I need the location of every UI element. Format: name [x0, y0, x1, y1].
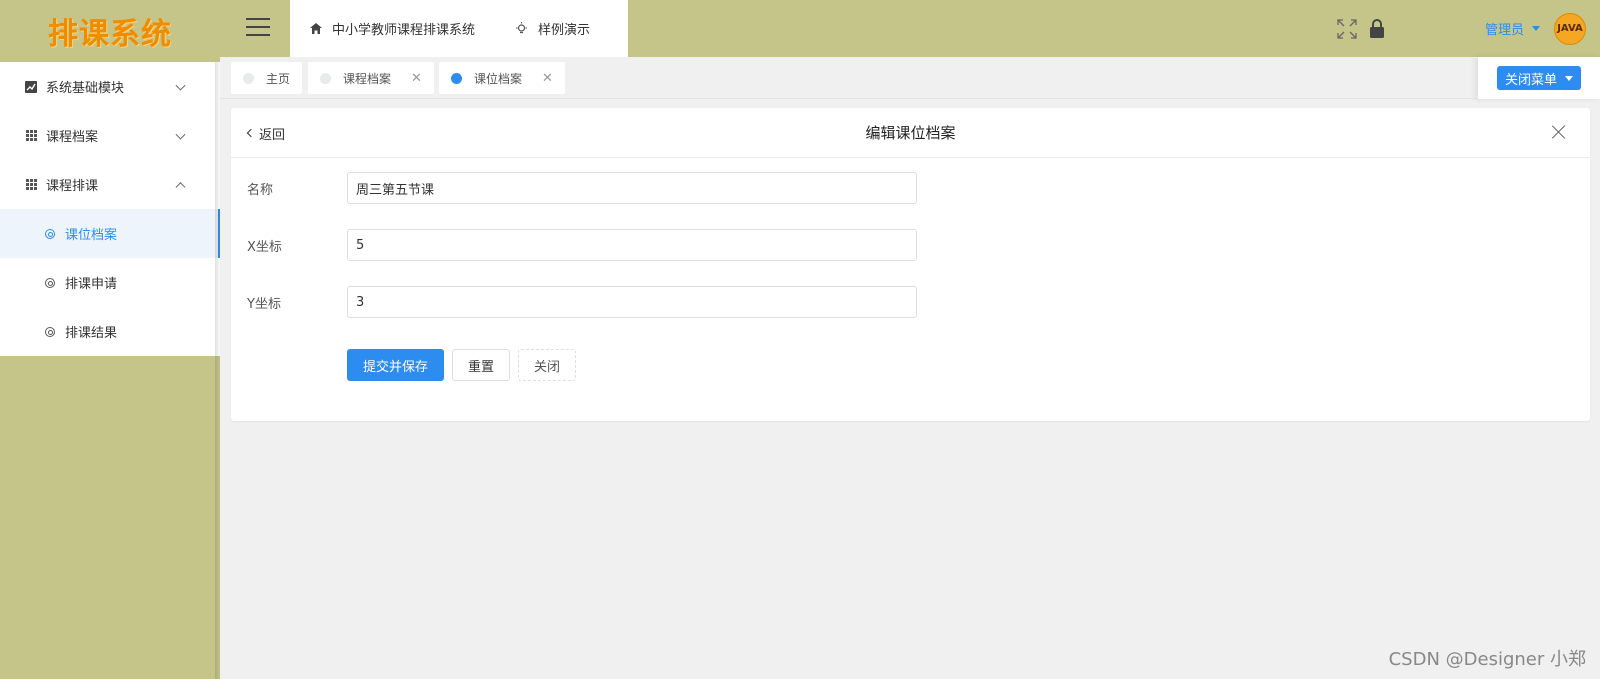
- chevron-left-icon: [246, 128, 256, 138]
- tab-dot-icon: [320, 72, 331, 84]
- tab-home[interactable]: 主页: [231, 62, 303, 94]
- sidebar-item-label: 课程排课: [46, 179, 99, 194]
- close-button[interactable]: 关闭: [518, 349, 577, 381]
- sidebar-subitem-label: 课位档案: [65, 228, 118, 243]
- close-menu-button[interactable]: 关闭菜单: [1496, 66, 1581, 90]
- caret-down-icon: [1532, 26, 1540, 31]
- avatar-text: JAVA: [1557, 23, 1583, 34]
- field-label: 名称: [247, 182, 274, 198]
- chevron-up-icon: [175, 181, 186, 192]
- tab-close-icon[interactable]: ✕: [542, 71, 553, 86]
- caret-down-icon: [1565, 75, 1573, 81]
- tabs-bar: 主页 课程档案 ✕ 课位档案 ✕ 关闭菜单: [220, 57, 1600, 99]
- user-name: 管理员: [1484, 23, 1524, 38]
- form-row-x: X坐标: [247, 229, 917, 261]
- field-label: Y坐标: [247, 296, 281, 312]
- close-menu-label: 关闭菜单: [1504, 72, 1557, 88]
- avatar[interactable]: JAVA: [1554, 12, 1586, 45]
- form-row-name: 名称: [247, 172, 917, 204]
- sidebar: 排课系统 系统基础模块 课程档案 课程排课 课位档案 排课申请 排课结果: [0, 0, 220, 679]
- sidebar-subitem-schedule-result[interactable]: 排课结果: [0, 307, 220, 356]
- submit-save-button[interactable]: 提交并保存: [347, 349, 445, 381]
- top-nav: 中小学教师课程排课系统 样例演示: [290, 0, 628, 57]
- sidebar-menu: 系统基础模块 课程档案 课程排课 课位档案 排课申请 排课结果: [0, 62, 220, 356]
- sidebar-subitem-label: 排课结果: [65, 326, 118, 341]
- circle-icon: [44, 277, 56, 289]
- tab-label: 课位档案: [474, 71, 523, 86]
- tab-label: 主页: [266, 71, 291, 86]
- sidebar-item-label: 系统基础模块: [46, 81, 125, 96]
- back-label: 返回: [259, 127, 286, 143]
- tab-slot-archive[interactable]: 课位档案 ✕: [439, 62, 565, 94]
- name-input[interactable]: [347, 172, 917, 204]
- sidebar-item-course-archive[interactable]: 课程档案: [0, 111, 220, 160]
- reset-button[interactable]: 重置: [452, 349, 511, 381]
- grid-icon: [25, 179, 37, 191]
- tab-close-icon[interactable]: ✕: [411, 71, 422, 86]
- x-coordinate-input[interactable]: [347, 229, 917, 261]
- sidebar-subitem-label: 排课申请: [65, 277, 118, 292]
- tab-label: 课程档案: [343, 71, 392, 86]
- sidebar-item-label: 课程档案: [46, 130, 99, 145]
- header-right: 管理员 JAVA: [1337, 0, 1600, 57]
- watermark: CSDN @Designer 小郑: [1388, 649, 1586, 670]
- hamburger-menu-icon[interactable]: [246, 18, 270, 38]
- home-icon: [310, 23, 322, 34]
- user-menu[interactable]: 管理员: [1485, 19, 1540, 38]
- grid-icon: [25, 130, 37, 142]
- form-row-y: Y坐标: [247, 286, 917, 318]
- sidebar-item-system-base[interactable]: 系统基础模块: [0, 62, 220, 111]
- tab-course-archive[interactable]: 课程档案 ✕: [308, 62, 434, 94]
- nav-label: 中小学教师课程排课系统: [332, 23, 476, 38]
- circle-icon: [44, 228, 56, 240]
- y-coordinate-input[interactable]: [347, 286, 917, 318]
- nav-demo[interactable]: 样例演示: [495, 19, 610, 38]
- tab-dot-icon: [243, 72, 254, 84]
- form-buttons: 提交并保存 重置 关闭: [347, 349, 584, 381]
- tab-dot-icon: [451, 72, 462, 84]
- chevron-down-icon: [175, 80, 186, 91]
- nav-label: 样例演示: [538, 23, 591, 38]
- card-header: 返回 编辑课位档案: [231, 108, 1590, 158]
- page-title: 编辑课位档案: [865, 124, 956, 142]
- field-label: X坐标: [247, 239, 282, 255]
- top-header: 中小学教师课程排课系统 样例演示 管理员 JAVA: [220, 0, 1600, 57]
- lock-icon[interactable]: [1369, 18, 1385, 39]
- close-menu-wrap: 关闭菜单: [1478, 57, 1600, 99]
- bulb-icon: [515, 22, 528, 35]
- sidebar-subitem-slot-archive[interactable]: 课位档案: [0, 209, 220, 258]
- fullscreen-icon[interactable]: [1337, 18, 1357, 39]
- chart-icon: [25, 80, 37, 93]
- sidebar-item-course-scheduling[interactable]: 课程排课: [0, 160, 220, 209]
- back-button[interactable]: 返回: [246, 108, 286, 158]
- edit-card: 返回 编辑课位档案 名称 X坐标 Y坐标 提交并保存 重置 关闭: [231, 108, 1590, 421]
- sidebar-subitem-schedule-request[interactable]: 排课申请: [0, 258, 220, 307]
- nav-home-system[interactable]: 中小学教师课程排课系统: [290, 19, 495, 38]
- app-logo: 排课系统: [48, 17, 172, 52]
- close-icon[interactable]: [1552, 125, 1566, 139]
- circle-icon: [44, 326, 56, 338]
- chevron-down-icon: [175, 129, 186, 140]
- sidebar-shadow: [215, 62, 221, 679]
